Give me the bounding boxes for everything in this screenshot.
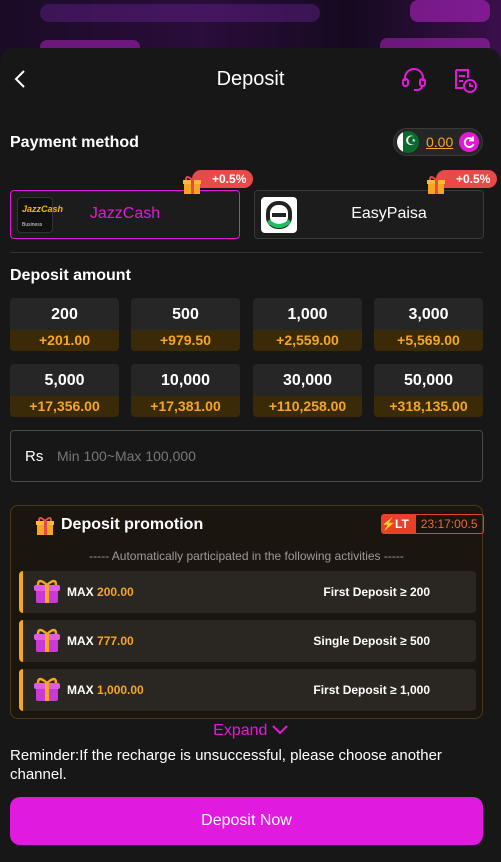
amount-value: 500: [172, 306, 199, 323]
amount-bonus: +979.50: [131, 330, 240, 351]
deposit-amount-heading: Deposit amount: [10, 267, 131, 284]
easypaisa-logo-mark: [266, 201, 292, 229]
customer-support-button[interactable]: [400, 66, 428, 94]
history-icon: [455, 69, 477, 93]
refresh-icon: [464, 136, 475, 148]
amount-input[interactable]: [57, 448, 457, 464]
payment-method-label: JazzCash: [89, 205, 161, 222]
amount-option[interactable]: 200 +201.00: [10, 298, 119, 351]
deposit-sheet: Deposit Payment method ☪ 0.00 JazzCash B…: [0, 48, 501, 862]
payment-method-heading: Payment method: [10, 134, 139, 151]
currency-label: Rs: [25, 447, 44, 465]
gift-box-icon: [34, 677, 60, 701]
gift-icon: [36, 517, 54, 535]
promotion-condition: First Deposit ≥ 200: [323, 585, 430, 599]
payment-method-jazzcash[interactable]: JazzCash Business JazzCash: [10, 190, 240, 239]
amount-option[interactable]: 3,000 +5,569.00: [374, 298, 483, 351]
amount-value: 50,000: [404, 372, 453, 389]
amount-bonus: +201.00: [10, 330, 119, 351]
amount-bonus: +17,356.00: [10, 396, 119, 417]
max-label: MAX: [67, 585, 94, 599]
headset-icon: [402, 68, 426, 91]
amount-value: 3,000: [408, 306, 449, 323]
countdown-timer: 23:17:00.5: [414, 514, 484, 534]
amount-value: 200: [51, 306, 78, 323]
reminder-text: Reminder:If the recharge is unsuccessful…: [10, 747, 442, 783]
header: Deposit: [0, 48, 501, 114]
gift-icon: [183, 176, 201, 194]
max-value: 777.00: [97, 634, 134, 648]
gift-box-icon: [34, 579, 60, 603]
amount-bonus: +110,258.00: [253, 396, 362, 417]
amount-option[interactable]: 5,000 +17,356.00: [10, 364, 119, 417]
divider: [10, 252, 483, 253]
limited-time-badge: LT: [381, 514, 415, 534]
deposit-promotion-panel: Deposit promotion LT 23:17:00.5 ----- Au…: [10, 505, 484, 719]
easypaisa-logo: [261, 197, 297, 233]
amount-bonus: +17,381.00: [131, 396, 240, 417]
amount-option[interactable]: 1,000 +2,559.00: [253, 298, 362, 351]
amount-option[interactable]: 30,000 +110,258.00: [253, 364, 362, 417]
max-value: 1,000.00: [97, 683, 144, 697]
balance-amount[interactable]: 0.00: [426, 134, 453, 150]
promotion-subtitle: ----- Automatically participated in the …: [89, 549, 404, 563]
amount-value: 5,000: [44, 372, 85, 389]
amount-bonus: +318,135.00: [374, 396, 483, 417]
promotion-condition: First Deposit ≥ 1,000: [313, 683, 430, 697]
pakistan-flag-icon: ☪: [397, 131, 419, 153]
gift-icon: [427, 176, 445, 194]
promotion-title: Deposit promotion: [61, 516, 204, 533]
promotion-timer: LT 23:17:00.5: [381, 514, 484, 534]
promotion-row: MAX 200.00 First Deposit ≥ 200: [19, 571, 476, 613]
max-label: MAX: [67, 634, 94, 648]
refresh-balance-button[interactable]: [459, 132, 480, 152]
amount-option[interactable]: 10,000 +17,381.00: [131, 364, 240, 417]
amount-value: 10,000: [161, 372, 210, 389]
amount-option[interactable]: 500 +979.50: [131, 298, 240, 351]
promotion-row: MAX 1,000.00 First Deposit ≥ 1,000: [19, 669, 476, 711]
deposit-history-button[interactable]: [450, 66, 478, 94]
payment-method-easypaisa[interactable]: EasyPaisa: [254, 190, 484, 239]
gift-box-icon: [34, 628, 60, 652]
amount-value: 1,000: [287, 306, 328, 323]
amount-bonus: +2,559.00: [253, 330, 362, 351]
expand-label: Expand: [213, 722, 268, 739]
amount-option[interactable]: 50,000 +318,135.00: [374, 364, 483, 417]
background-banner: [40, 4, 320, 22]
chevron-down-icon: [272, 725, 288, 735]
max-value: 200.00: [97, 585, 134, 599]
balance-display: ☪ 0.00: [393, 128, 483, 156]
amount-value: 30,000: [283, 372, 332, 389]
promotion-row: MAX 777.00 Single Deposit ≥ 500: [19, 620, 476, 662]
max-label: MAX: [67, 683, 94, 697]
expand-button[interactable]: Expand: [0, 722, 501, 740]
deposit-now-button[interactable]: Deposit Now: [10, 797, 483, 845]
amount-bonus: +5,569.00: [374, 330, 483, 351]
payment-method-label: EasyPaisa: [351, 205, 427, 222]
promotion-condition: Single Deposit ≥ 500: [313, 634, 430, 648]
background-button: [410, 0, 490, 22]
amount-input-field[interactable]: Rs: [10, 430, 483, 482]
